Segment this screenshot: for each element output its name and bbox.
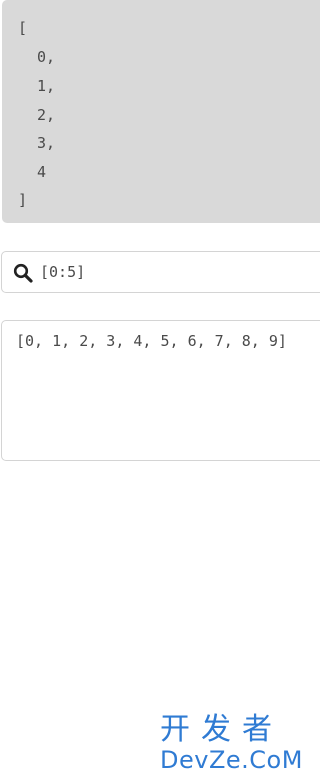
result-line: 2, — [37, 106, 56, 124]
search-icon[interactable] — [13, 263, 33, 283]
result-line: 1, — [37, 77, 56, 95]
result-panel: [ 0, 1, 2, 3, 4 ] — [2, 0, 320, 223]
watermark-line2: DevZe.CoM — [160, 746, 303, 774]
result-line: [ — [18, 19, 28, 37]
watermark-logo: 开发者 DevZe.CoM — [152, 713, 316, 779]
watermark-line1: 开发者 — [160, 712, 283, 747]
result-line: 0, — [37, 48, 56, 66]
result-line: 4 — [37, 163, 47, 181]
query-input[interactable] — [40, 261, 290, 283]
result-line: 3, — [37, 134, 56, 152]
source-text: [0, 1, 2, 3, 4, 5, 6, 7, 8, 9] — [16, 332, 287, 350]
source-box[interactable]: [0, 1, 2, 3, 4, 5, 6, 7, 8, 9] 开发者 DevZe… — [1, 320, 320, 774]
query-box[interactable] — [1, 251, 320, 293]
result-line: ] — [18, 191, 28, 209]
